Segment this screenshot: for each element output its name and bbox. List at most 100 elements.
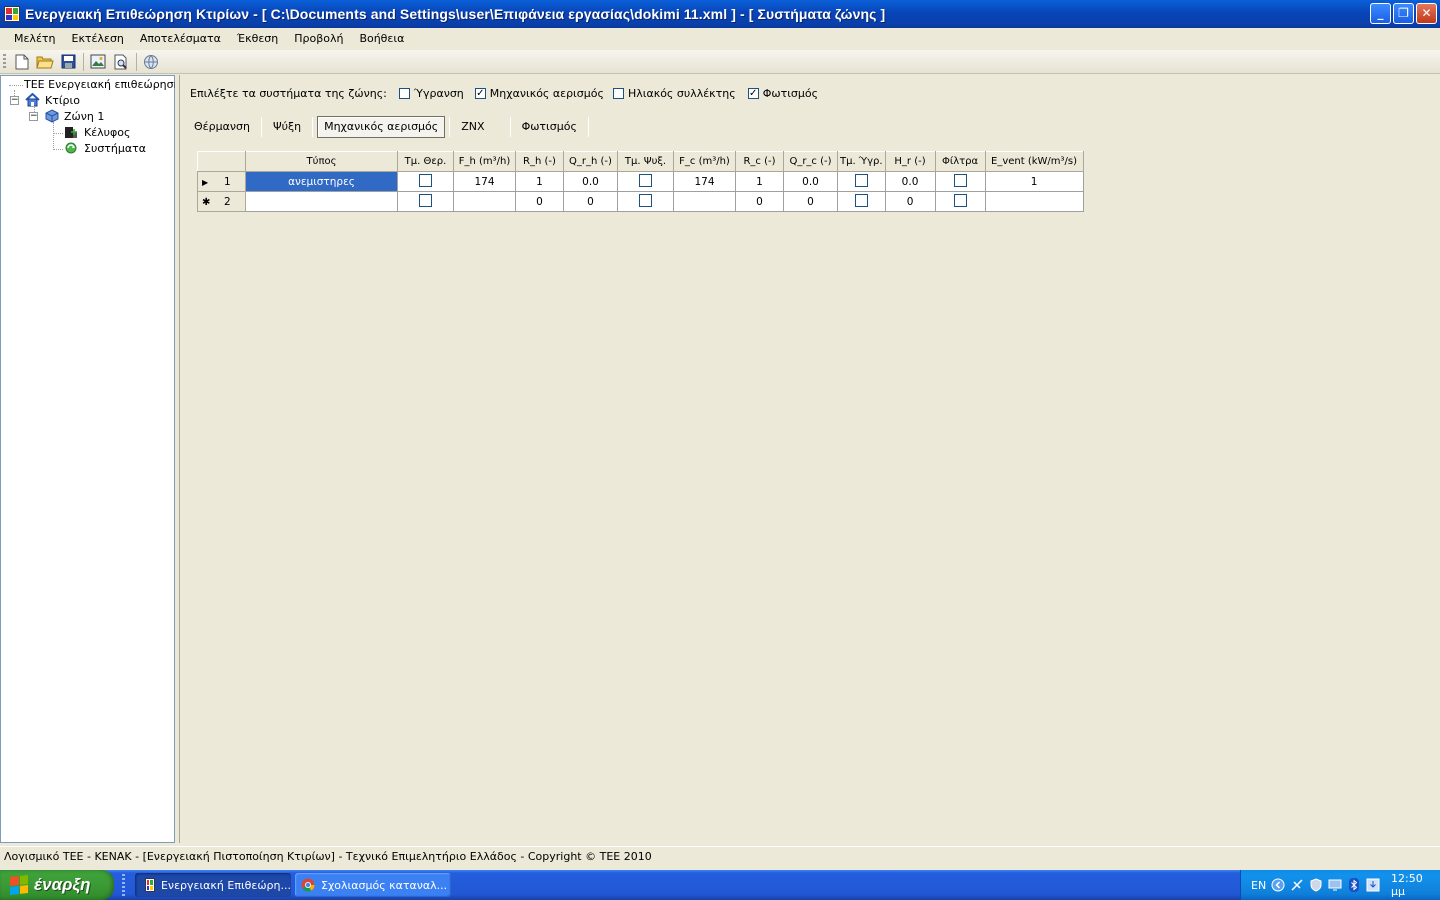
menu-meleti[interactable]: Μελέτη (6, 32, 64, 45)
cell-tm-ygr[interactable] (837, 191, 886, 212)
taskbar-task-energy[interactable]: Ενεργειακή Επιθεώρη... (135, 873, 291, 897)
tree-node-zone[interactable]: Ζώνη 1 (45, 109, 104, 123)
cell-q-r-c[interactable]: 0 (783, 191, 838, 212)
cell-r-h[interactable]: 0 (515, 191, 564, 212)
start-button[interactable]: έναρξη (0, 870, 114, 900)
taskbar-grip[interactable] (122, 874, 125, 896)
cell-r-c[interactable]: 0 (735, 191, 784, 212)
monitor-icon[interactable] (1328, 878, 1342, 892)
checkbox-box[interactable] (419, 173, 432, 187)
checkbox-box[interactable] (953, 193, 967, 207)
checkbox-box[interactable] (639, 193, 652, 207)
globe-icon[interactable] (140, 51, 162, 73)
tree-expander-zone[interactable]: − (29, 112, 38, 121)
close-button[interactable]: ✕ (1416, 3, 1437, 24)
security-icon[interactable] (1309, 878, 1323, 892)
cell-tm-ygr[interactable] (837, 171, 886, 192)
checkbox-box[interactable] (612, 88, 624, 99)
column-header[interactable]: Τμ. Θερ. (397, 151, 454, 172)
cell-h-r[interactable]: 0.0 (884, 171, 936, 192)
checkbox-iliakos-syllektis[interactable]: Ηλιακός συλλέκτης (612, 87, 736, 100)
clock[interactable]: 12:50 μμ (1391, 872, 1440, 898)
tree-node-systems[interactable]: Συστήματα (64, 141, 146, 155)
checkbox-box[interactable] (854, 173, 868, 187)
show-hidden-icons-button[interactable] (1271, 878, 1285, 892)
checkbox-box[interactable] (639, 173, 652, 187)
cell-h-r[interactable]: 0 (884, 191, 936, 212)
cell-f-h[interactable] (453, 191, 516, 212)
column-header[interactable]: H_r (-) (884, 151, 936, 172)
minimize-button[interactable]: _ (1370, 3, 1391, 24)
new-file-icon[interactable] (11, 51, 33, 73)
tab-znx[interactable]: ΖΝΧ (454, 116, 491, 138)
menu-voitheia[interactable]: Βοήθεια (351, 32, 412, 45)
column-header[interactable]: Τμ. Ψυξ. (617, 151, 674, 172)
toolbar-grip[interactable] (3, 53, 6, 70)
menu-apotelesmata[interactable]: Αποτελέσματα (132, 32, 229, 45)
cell-tm-ther[interactable] (397, 191, 454, 212)
column-header[interactable]: Τύπος (245, 151, 398, 172)
tab-fotismos[interactable]: Φωτισμός (515, 116, 584, 138)
tab-psyxi[interactable]: Ψύξη (266, 116, 308, 138)
row-header[interactable]: ✱ 2 (197, 191, 246, 212)
menu-ekthesi[interactable]: Έκθεση (229, 32, 286, 45)
cell-tm-psyx[interactable] (617, 171, 674, 192)
cell-q-r-c[interactable]: 0.0 (783, 171, 838, 192)
table-row[interactable]: ✱ 2 0 0 0 0 0 (197, 191, 1084, 212)
cell-r-c[interactable]: 1 (735, 171, 784, 192)
column-header[interactable]: R_h (-) (515, 151, 564, 172)
column-header[interactable]: Τμ. Ύγρ. (837, 151, 886, 172)
tab-thermansi[interactable]: Θέρμανση (187, 116, 257, 138)
row-header[interactable]: ▶ 1 (197, 171, 246, 192)
safely-remove-icon[interactable] (1366, 878, 1380, 892)
checkbox-fotismos[interactable]: ✓ Φωτισμός (747, 87, 818, 100)
cell-f-c[interactable]: 174 (673, 171, 736, 192)
cell-e-vent[interactable]: 1 (984, 171, 1084, 192)
column-header[interactable]: F_c (m³/h) (673, 151, 736, 172)
cell-filtra[interactable] (934, 191, 986, 212)
column-header[interactable]: Q_r_h (-) (563, 151, 618, 172)
column-header[interactable]: E_vent (kW/m³/s) (984, 151, 1084, 172)
cell-f-h[interactable]: 174 (453, 171, 516, 192)
open-folder-icon[interactable] (34, 51, 56, 73)
language-indicator[interactable]: EN (1251, 879, 1266, 892)
tree-node-building[interactable]: Κτίριο (25, 93, 80, 107)
column-header[interactable]: Q_r_c (-) (783, 151, 838, 172)
checkbox-box[interactable] (953, 173, 967, 187)
print-preview-icon[interactable] (110, 51, 132, 73)
tree-node-root[interactable]: ΤΕΕ Ενεργειακή επιθεώρηση (24, 78, 181, 91)
checkbox-box[interactable] (419, 193, 432, 207)
cell-f-c[interactable] (673, 191, 736, 212)
column-header[interactable]: Φίλτρα (934, 151, 986, 172)
table-row[interactable]: ▶ 1 ανεμιστηρες 174 1 0.0 174 1 0.0 0.0 1 (197, 171, 1084, 192)
menu-provoli[interactable]: Προβολή (286, 32, 351, 45)
cell-q-r-h[interactable]: 0.0 (563, 171, 618, 192)
tree-node-envelope[interactable]: Κέλυφος (64, 125, 130, 139)
cell-e-vent[interactable] (984, 191, 1084, 212)
checkbox-mixanikos-aerismos[interactable]: ✓ Μηχανικός αερισμός (474, 87, 604, 100)
checkbox-box[interactable]: ✓ (747, 88, 759, 99)
image-icon[interactable] (87, 51, 109, 73)
cell-tm-ther[interactable] (397, 171, 454, 192)
cell-type[interactable] (245, 191, 398, 212)
cell-tm-psyx[interactable] (617, 191, 674, 212)
checkbox-box[interactable]: ✓ (474, 88, 486, 99)
cell-type[interactable]: ανεμιστηρες (245, 171, 398, 192)
network-icon[interactable] (1290, 878, 1304, 892)
cell-q-r-h[interactable]: 0 (563, 191, 618, 212)
taskbar-task-browser[interactable]: Σχολιασμός καταναλ... (295, 873, 451, 897)
checkbox-box[interactable] (398, 88, 410, 99)
cell-filtra[interactable] (934, 171, 986, 192)
menu-ektelesi[interactable]: Εκτέλεση (64, 32, 132, 45)
cell-r-h[interactable]: 1 (515, 171, 564, 192)
envelope-icon (65, 127, 77, 138)
checkbox-box[interactable] (854, 193, 868, 207)
save-disk-icon[interactable] (57, 51, 79, 73)
checkbox-ygransi[interactable]: Ύγρανση (398, 87, 464, 100)
column-header[interactable]: F_h (m³/h) (453, 151, 516, 172)
tree-expander-building[interactable]: − (10, 96, 19, 105)
bluetooth-icon[interactable] (1347, 878, 1361, 892)
column-header[interactable]: R_c (-) (735, 151, 784, 172)
tab-mixanikos-aerismos[interactable]: Μηχανικός αερισμός (317, 116, 446, 138)
maximize-button[interactable]: ❐ (1393, 3, 1414, 24)
